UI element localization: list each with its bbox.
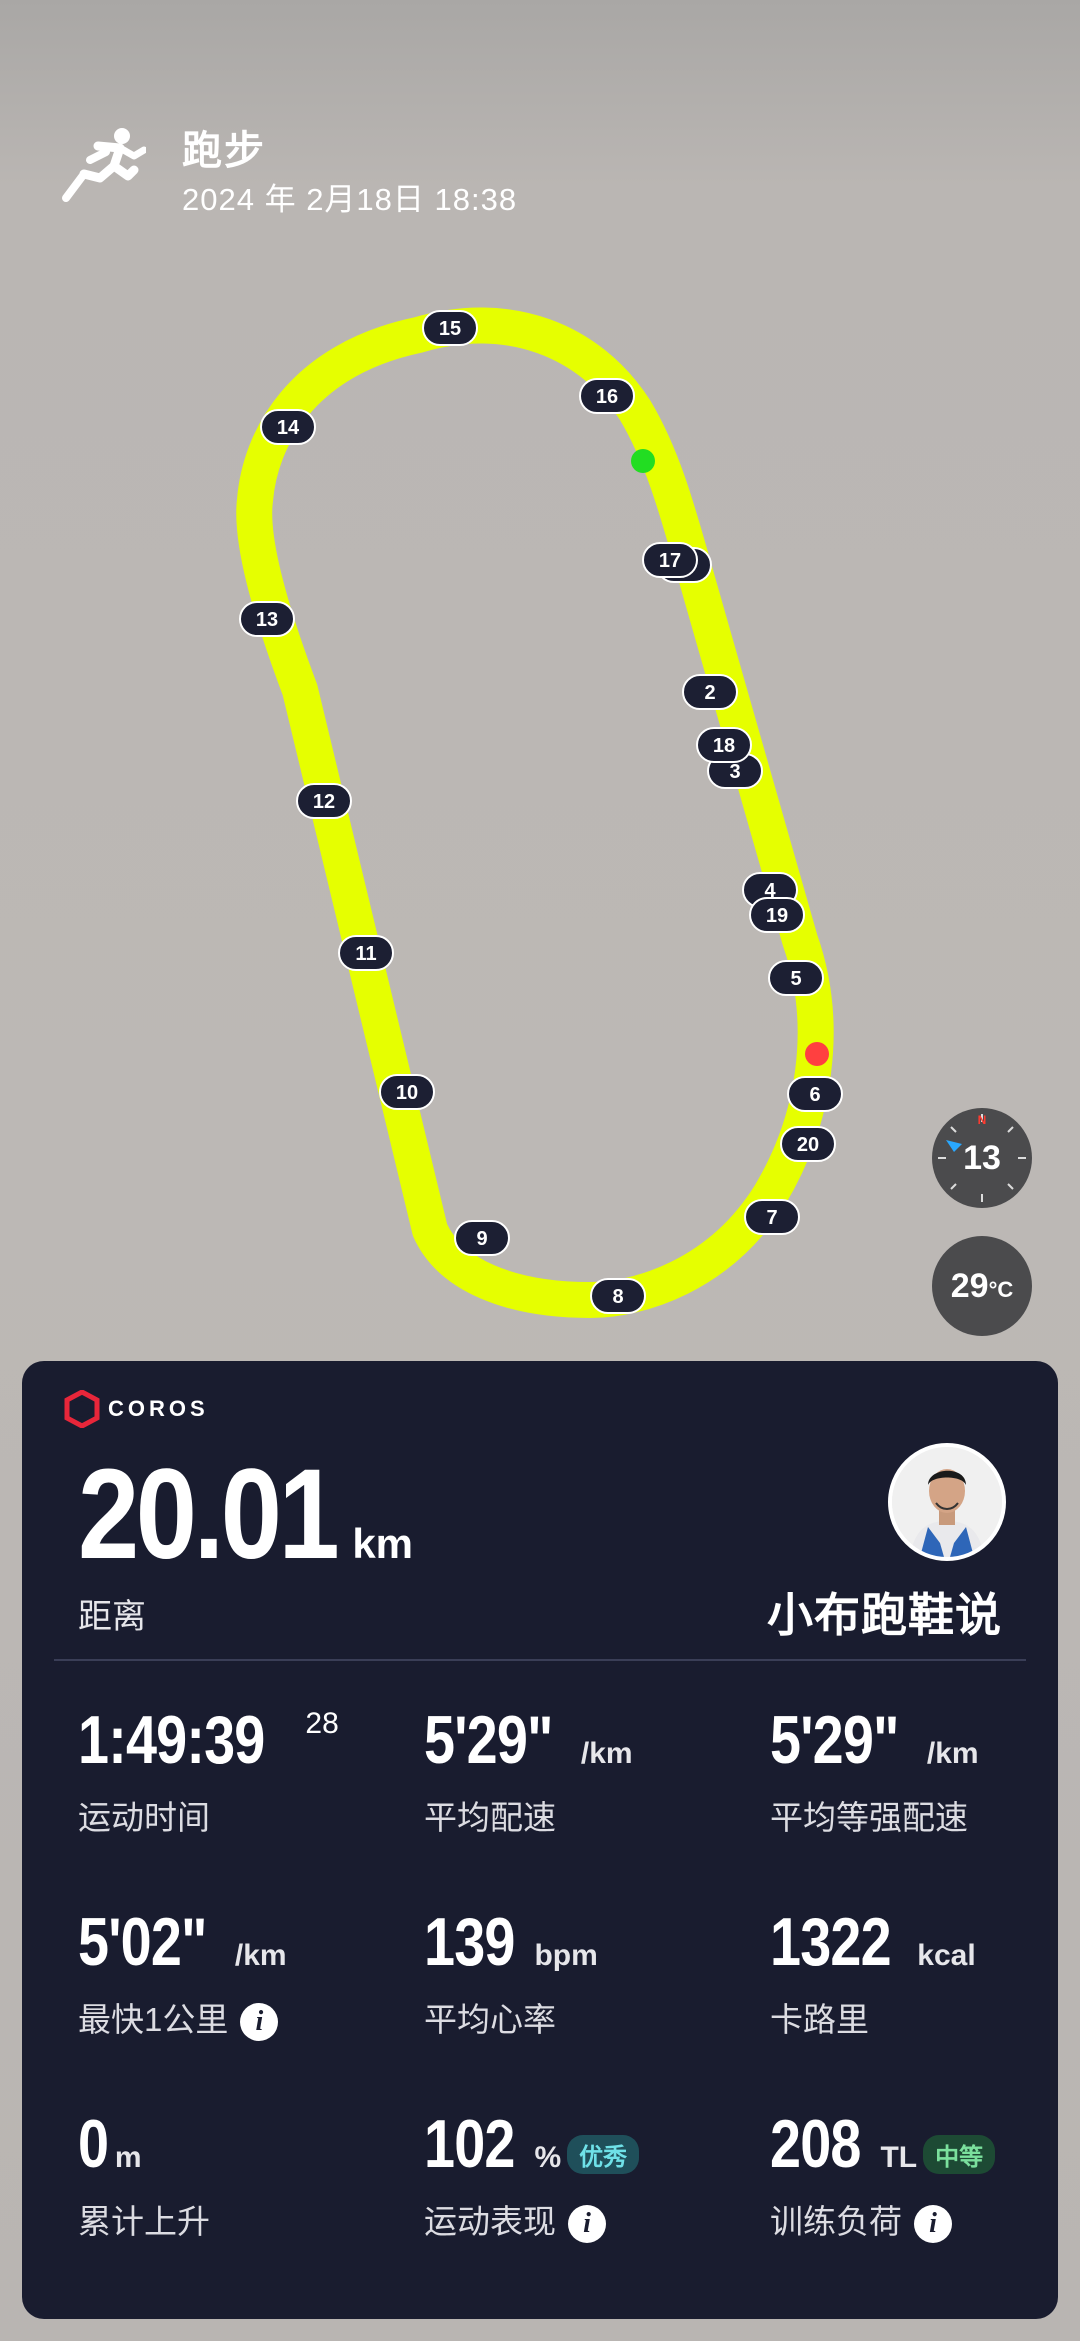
km-marker: 16 [579, 378, 635, 414]
distance-label: 距离 [78, 1598, 146, 1636]
svg-text:16: 16 [596, 386, 618, 408]
start-point [631, 449, 655, 473]
stat-fastest-km: 5'02" /km 最快1公里 i [78, 1903, 287, 2042]
svg-text:14: 14 [277, 417, 300, 439]
route-map[interactable]: 15 16 14 17 13 2 3 18 12 4 19 11 5 10 6 … [0, 0, 1080, 1340]
km-marker: 10 [379, 1074, 435, 1110]
stat-avg-pace: 5'29" /km 平均配速 [424, 1701, 633, 1839]
stat-unit: % [534, 2141, 562, 2174]
stat-unit: m [114, 2141, 142, 2174]
username: 小布跑鞋说 [767, 1589, 1002, 1641]
brand-name: COROS [108, 1396, 209, 1421]
svg-text:3: 3 [729, 761, 740, 783]
km-marker: 14 [260, 409, 316, 445]
km-marker: 5 [768, 960, 824, 996]
temperature-unit: °C [988, 1277, 1014, 1302]
km-marker: 12 [296, 783, 352, 819]
svg-text:7: 7 [766, 1207, 777, 1229]
stat-unit: /km [234, 1939, 287, 1972]
km-marker: 20 [780, 1126, 836, 1162]
svg-text:5: 5 [790, 968, 801, 990]
km-marker: 7 [744, 1199, 800, 1235]
svg-text:10: 10 [396, 1082, 418, 1104]
stat-label: 运动表现 [424, 2203, 556, 2240]
stat-label: 卡路里 [770, 2001, 869, 2038]
stat-sup: 28 [305, 1707, 339, 1740]
stat-calories: 1322 kcal 卡路里 [770, 1903, 976, 2041]
compass-value: 13 [963, 1139, 1001, 1177]
stat-label-row: 训练负荷 i [770, 2195, 995, 2244]
svg-text:12: 12 [313, 791, 335, 813]
stat-label-row: 运动表现 i [424, 2195, 639, 2244]
svg-text:8: 8 [612, 1286, 623, 1308]
stat-value: 5'29" [424, 1702, 553, 1778]
distance-number: 20.01 [78, 1443, 340, 1586]
info-icon[interactable]: i [914, 2205, 952, 2244]
stat-avg-heart-rate: 139 bpm 平均心率 [424, 1903, 598, 2041]
stat-duration: 1:49:39 28 运动时间 [78, 1701, 339, 1839]
brand: COROS [64, 1389, 209, 1429]
km-marker: 6 [787, 1076, 843, 1112]
stat-value: 5'02" [78, 1904, 207, 1980]
stat-value: 0 [78, 2106, 109, 2182]
stat-value: 139 [424, 1904, 515, 1980]
user-photo-icon [892, 1447, 1002, 1557]
km-marker: 17 [642, 542, 698, 578]
info-icon[interactable]: i [568, 2205, 606, 2244]
stat-value: 102 [424, 2106, 515, 2182]
stat-training-load: 208 TL 中等 训练负荷 i [770, 2105, 996, 2244]
stat-label: 平均等强配速 [770, 1799, 968, 1836]
stat-label: 平均配速 [424, 1799, 556, 1836]
stat-adjusted-pace: 5'29" /km 平均等强配速 [770, 1701, 979, 1839]
avatar[interactable] [888, 1443, 1006, 1561]
compass-widget[interactable]: N 13 [932, 1108, 1032, 1208]
stat-value: 208 [770, 2106, 861, 2182]
coros-logo-icon [64, 1390, 100, 1428]
stat-unit: /km [926, 1737, 979, 1770]
stat-label: 最快1公里 [78, 2001, 229, 2038]
km-marker: 13 [239, 601, 295, 637]
info-icon[interactable]: i [240, 2003, 279, 2042]
km-marker: 19 [749, 897, 805, 933]
summary-card: COROS 20.01 km 距离 小布跑鞋说 1:49:39 28 运动时间 5'… [22, 1361, 1058, 2319]
stat-unit: kcal [917, 1939, 976, 1972]
stat-label: 运动时间 [78, 1799, 210, 1836]
stat-performance: 102% 优秀 运动表现 i [424, 2105, 640, 2244]
stat-value: 1322 [770, 1904, 892, 1980]
km-marker: 2 [682, 674, 738, 710]
svg-text:9: 9 [476, 1228, 487, 1250]
stat-value: 1:49:39 [78, 1702, 265, 1778]
divider [54, 1659, 1026, 1661]
stat-label: 训练负荷 [770, 2203, 902, 2240]
svg-text:20: 20 [797, 1134, 819, 1156]
svg-text:13: 13 [256, 609, 278, 631]
stat-label: 平均心率 [424, 2001, 556, 2038]
stat-unit: /km [580, 1737, 633, 1770]
svg-text:19: 19 [766, 905, 788, 927]
svg-text:11: 11 [355, 943, 376, 965]
km-marker: 18 [696, 727, 752, 763]
stat-label: 累计上升 [78, 2203, 210, 2240]
stat-label-row: 最快1公里 i [78, 1993, 287, 2042]
svg-text:2: 2 [704, 682, 715, 704]
stat-unit: TL [880, 2141, 918, 2174]
stat-elevation-gain: 0m 累计上升 [78, 2105, 210, 2243]
svg-text:17: 17 [659, 550, 681, 572]
distance-unit: km [352, 1520, 414, 1567]
performance-badge: 优秀 [567, 2135, 640, 2175]
temperature-value: 29 [950, 1267, 989, 1305]
stat-value: 5'29" [770, 1702, 899, 1778]
svg-text:15: 15 [439, 318, 461, 340]
stat-unit: bpm [534, 1939, 598, 1972]
training-load-badge: 中等 [923, 2135, 996, 2175]
km-marker: 8 [590, 1278, 646, 1314]
end-point [805, 1042, 829, 1066]
svg-text:6: 6 [809, 1084, 820, 1106]
km-marker: 11 [338, 935, 394, 971]
km-marker: 15 [422, 310, 478, 346]
distance-value: 20.01 km [78, 1441, 413, 1588]
km-marker: 9 [454, 1220, 510, 1256]
svg-text:18: 18 [713, 735, 735, 757]
temperature-widget: 29°C [932, 1236, 1032, 1336]
